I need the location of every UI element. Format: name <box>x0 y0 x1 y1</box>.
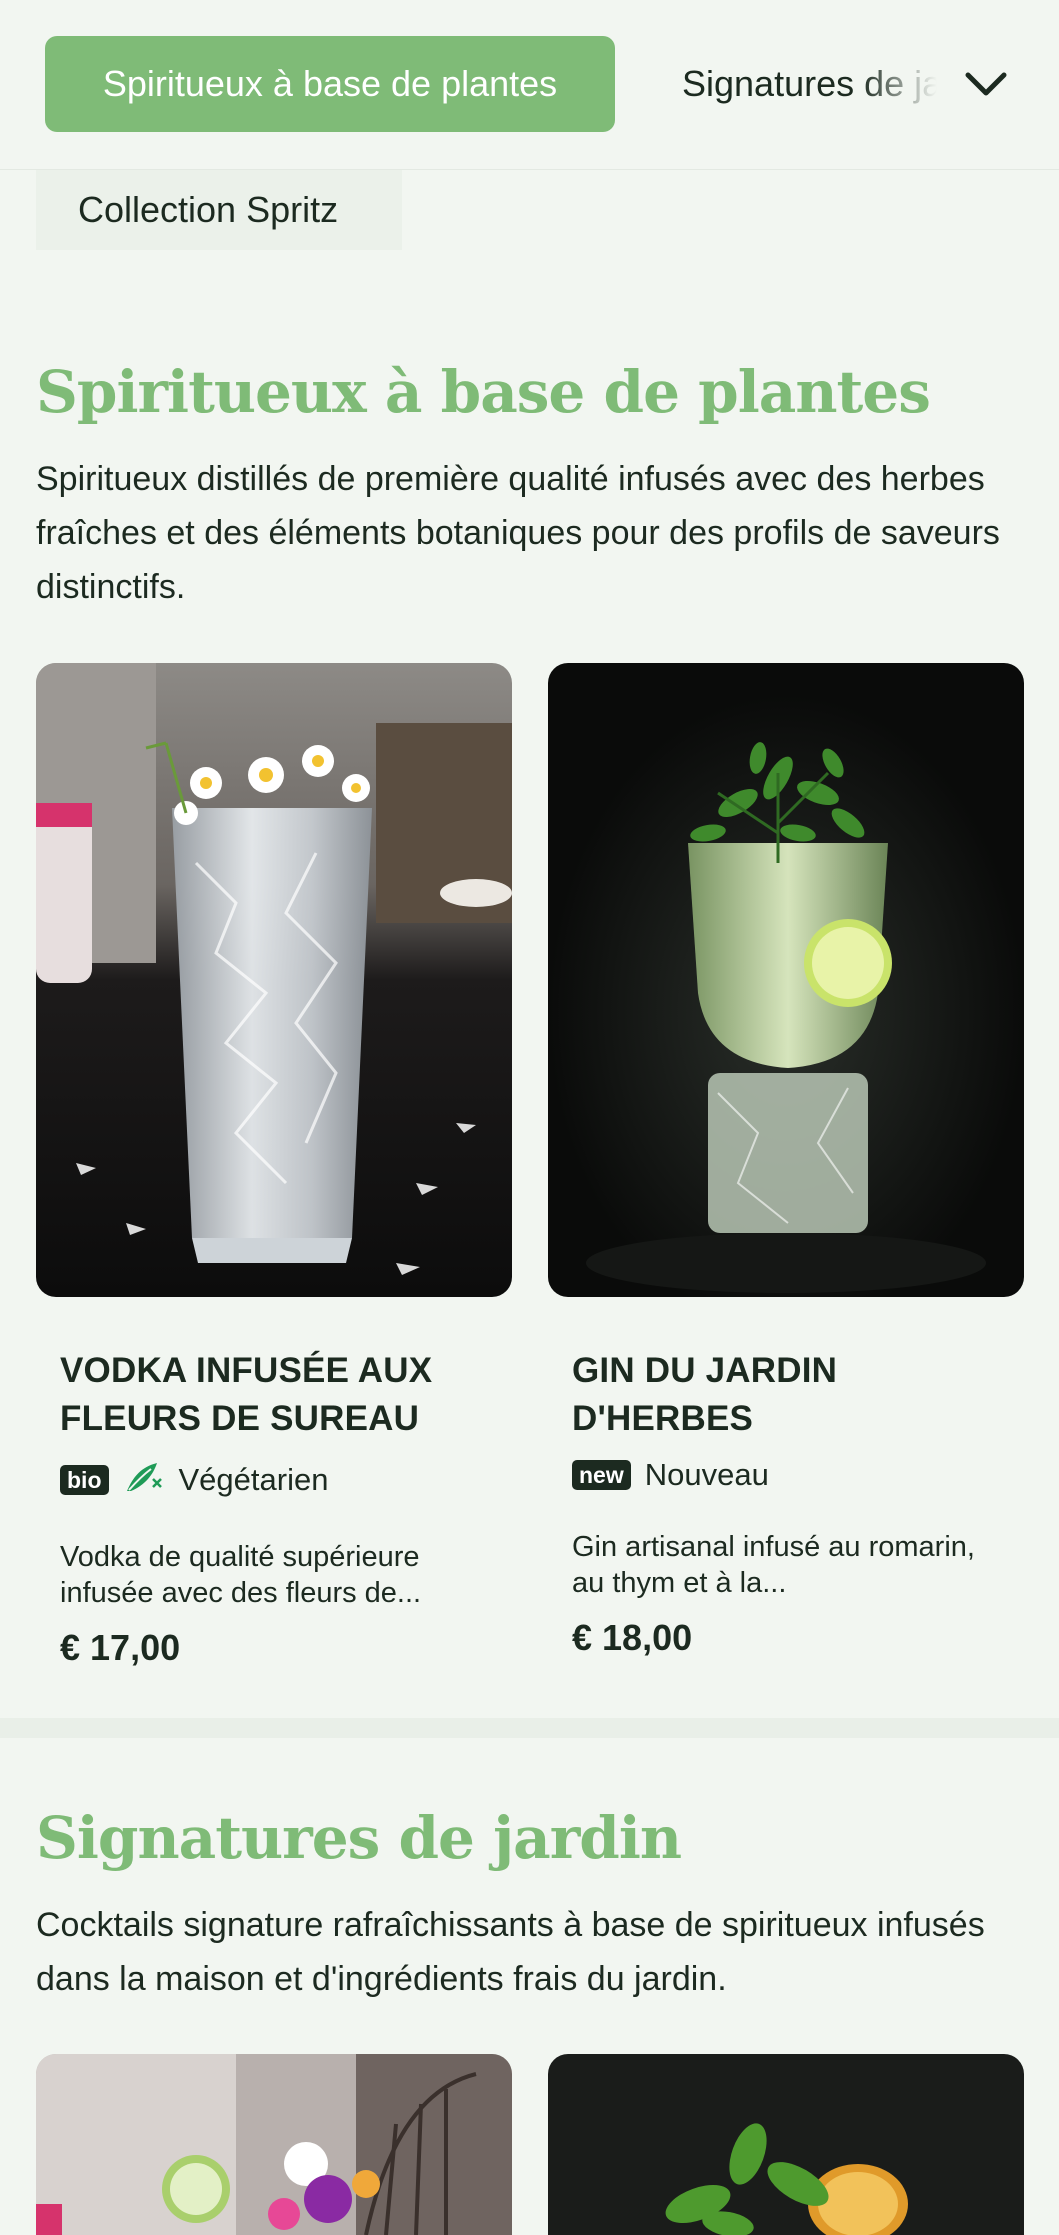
product-card[interactable] <box>548 2054 1024 2235</box>
section-title: Spiritueux à base de plantes <box>36 358 931 426</box>
product-description: Gin artisanal infusé au romarin, au thym… <box>572 1531 975 1599</box>
product-price: € 17,00 <box>60 1627 181 1668</box>
product-card[interactable]: VODKA INFUSÉE AUX FLEURS DE SUREAU bio V… <box>36 663 512 1669</box>
product-image[interactable] <box>36 2054 512 2235</box>
section-title: Signatures de jardin <box>36 1804 682 1872</box>
product-card[interactable] <box>36 2054 512 2235</box>
vegetarian-label: Végétarien <box>178 1462 329 1497</box>
product-image-elderflower-vodka[interactable] <box>36 663 512 1297</box>
chevron-down-icon[interactable] <box>960 58 1012 110</box>
vegetarian-leaf-icon <box>123 1457 165 1503</box>
section-description: Spiritueux distillés de première qualité… <box>36 460 1000 606</box>
category-tab-garden-signatures[interactable]: Signatures de jardin <box>650 36 950 132</box>
product-description: Vodka de qualité supérieure infusée avec… <box>60 1541 422 1609</box>
product-tags: new Nouveau <box>572 1457 1000 1493</box>
new-label: Nouveau <box>644 1457 769 1492</box>
product-card[interactable]: GIN DU JARDIN D'HERBES new Nouveau Gin a… <box>548 663 1024 1659</box>
product-name[interactable]: GIN DU JARDIN D'HERBES <box>572 1347 1000 1443</box>
bio-badge: bio <box>60 1465 109 1495</box>
category-nav: Spiritueux à base de plantes Signatures … <box>0 0 1059 170</box>
section-description: Cocktails signature rafraîchissants à ba… <box>36 1906 985 1998</box>
product-image-herb-garden-gin[interactable] <box>548 663 1024 1297</box>
section-divider <box>0 1718 1059 1738</box>
product-tags: bio Végétarien <box>60 1457 488 1503</box>
category-tab-spritz-collection[interactable]: Collection Spritz <box>36 170 402 250</box>
new-badge: new <box>572 1460 631 1490</box>
product-name[interactable]: VODKA INFUSÉE AUX FLEURS DE SUREAU <box>60 1347 488 1443</box>
product-price: € 18,00 <box>572 1617 693 1658</box>
category-tab-herbal-spirits[interactable]: Spiritueux à base de plantes <box>45 36 615 132</box>
product-image[interactable] <box>548 2054 1024 2235</box>
